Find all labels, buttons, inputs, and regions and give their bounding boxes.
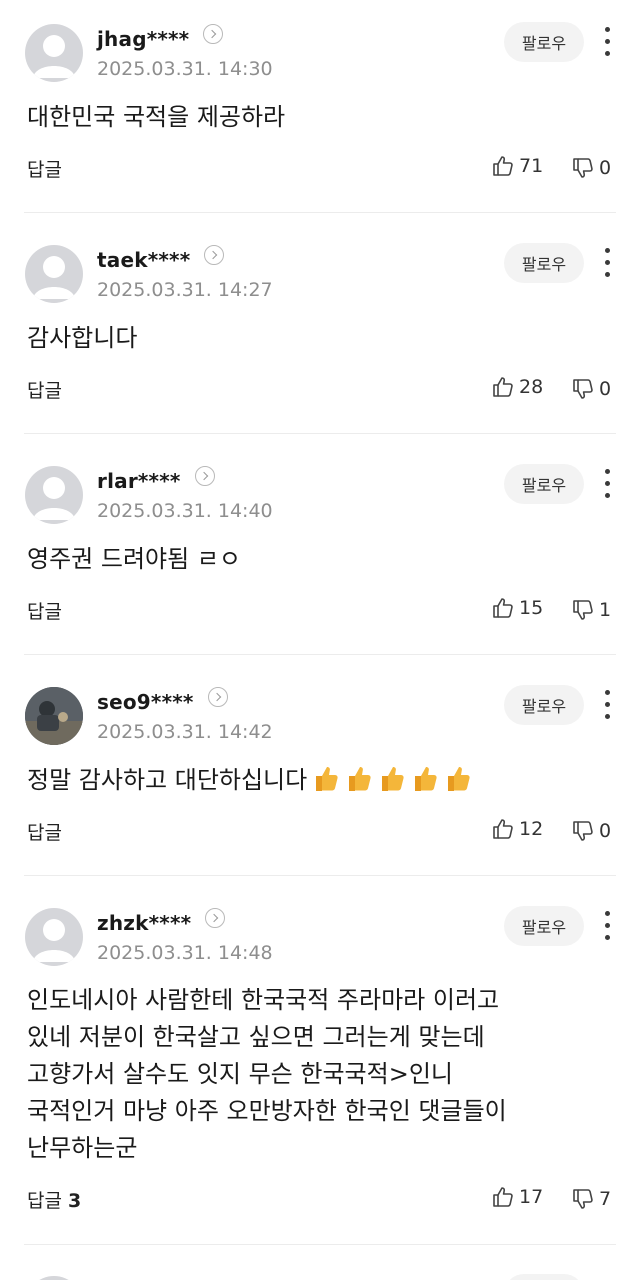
comment-date: 2025.03.31. 14:30 xyxy=(97,58,273,80)
chevron-right-icon[interactable] xyxy=(203,24,224,44)
thumbs-down-icon xyxy=(573,379,593,399)
like-button[interactable]: 71 xyxy=(491,153,543,179)
follow-button[interactable]: 팔로우 xyxy=(504,906,584,946)
user-photo-avatar[interactable] xyxy=(25,687,83,745)
more-vertical-icon[interactable] xyxy=(597,690,617,720)
like-button[interactable]: 15 xyxy=(491,595,543,621)
thumbs-up-icon xyxy=(493,377,513,397)
like-count: 71 xyxy=(519,155,544,177)
comment-text: 영주권 드려야됨 ㄹㅇ xyxy=(27,545,241,573)
chevron-right-icon[interactable] xyxy=(204,245,225,265)
more-vertical-icon[interactable] xyxy=(597,469,617,499)
comment-item-partial xyxy=(0,1252,640,1280)
comment-username[interactable]: rlar**** xyxy=(97,466,215,493)
default-avatar-icon[interactable] xyxy=(25,24,83,82)
thumbs-down-icon xyxy=(573,1189,593,1209)
comment-text: 정말 감사하고 대단하십니다 xyxy=(27,762,617,799)
comment-text: 감사합니다 xyxy=(27,324,138,352)
dislike-button[interactable]: 0 xyxy=(571,818,611,844)
more-vertical-icon[interactable] xyxy=(597,27,617,57)
follow-button[interactable] xyxy=(504,1274,584,1280)
comment-text: 대한민국 국적을 제공하라 xyxy=(27,103,286,131)
thumbs-up-emoji-icon xyxy=(448,767,470,791)
reply-button[interactable]: 답글 xyxy=(27,818,62,845)
default-avatar-icon[interactable] xyxy=(25,466,83,524)
more-vertical-icon[interactable] xyxy=(597,911,617,941)
comment-date: 2025.03.31. 14:27 xyxy=(97,279,273,301)
like-button[interactable]: 17 xyxy=(491,1184,543,1210)
reply-button[interactable]: 답글 3 xyxy=(27,1186,81,1213)
comment-username[interactable]: zhzk**** xyxy=(97,908,226,935)
more-vertical-icon[interactable] xyxy=(597,248,617,278)
dislike-button[interactable]: 0 xyxy=(571,155,611,181)
thumbs-up-emoji-icon xyxy=(349,767,371,791)
comment-date: 2025.03.31. 14:42 xyxy=(97,721,273,743)
default-avatar-icon[interactable] xyxy=(25,245,83,303)
like-button[interactable]: 28 xyxy=(491,374,543,400)
dislike-button[interactable]: 1 xyxy=(571,597,611,623)
thumbs-up-emoji-icon xyxy=(382,767,404,791)
divider xyxy=(24,875,616,876)
follow-button[interactable]: 팔로우 xyxy=(504,22,584,62)
reply-button[interactable]: 답글 xyxy=(27,597,62,624)
like-button[interactable]: 12 xyxy=(491,816,543,842)
divider xyxy=(24,1244,616,1245)
divider xyxy=(24,212,616,213)
thumbs-up-emoji-icon xyxy=(316,767,338,791)
comment-text: 인도네시아 사람한테 한국국적 주라마라 이러고 있네 저분이 한국살고 싶으면… xyxy=(27,986,507,1162)
comment-username[interactable]: seo9**** xyxy=(97,687,228,714)
dislike-count: 0 xyxy=(599,820,612,842)
reply-button[interactable]: 답글 xyxy=(27,376,62,403)
default-avatar-icon[interactable] xyxy=(25,908,83,966)
chevron-right-icon[interactable] xyxy=(194,466,215,486)
thumbs-up-icon xyxy=(493,598,513,618)
divider xyxy=(24,433,616,434)
follow-button[interactable]: 팔로우 xyxy=(504,243,584,283)
like-count: 28 xyxy=(519,376,544,398)
comment-date: 2025.03.31. 14:40 xyxy=(97,500,273,522)
thumbs-up-emoji-icon xyxy=(415,767,437,791)
like-count: 12 xyxy=(519,818,544,840)
divider xyxy=(24,654,616,655)
comment-username[interactable]: taek**** xyxy=(97,245,225,272)
reply-count: 3 xyxy=(67,1190,82,1212)
comment-date: 2025.03.31. 14:48 xyxy=(97,942,273,964)
follow-button[interactable]: 팔로우 xyxy=(504,685,584,725)
follow-button[interactable]: 팔로우 xyxy=(504,464,584,504)
dislike-button[interactable]: 0 xyxy=(571,376,611,402)
thumbs-down-icon xyxy=(573,158,593,178)
chevron-right-icon[interactable] xyxy=(205,908,226,928)
dislike-button[interactable]: 7 xyxy=(571,1186,611,1212)
default-avatar-icon[interactable] xyxy=(25,1276,83,1280)
thumbs-down-icon xyxy=(573,600,593,620)
reply-button[interactable]: 답글 xyxy=(27,155,62,182)
thumbs-up-icon xyxy=(493,1187,513,1207)
like-count: 17 xyxy=(519,1186,544,1208)
thumbs-down-icon xyxy=(573,821,593,841)
dislike-count: 0 xyxy=(599,378,612,400)
thumbs-up-icon xyxy=(493,819,513,839)
dislike-count: 7 xyxy=(599,1188,612,1210)
dislike-count: 1 xyxy=(599,599,612,621)
comment-username[interactable]: jhag**** xyxy=(97,24,224,51)
dislike-count: 0 xyxy=(599,157,612,179)
like-count: 15 xyxy=(519,597,544,619)
chevron-right-icon[interactable] xyxy=(207,687,228,707)
thumbs-up-icon xyxy=(493,156,513,176)
